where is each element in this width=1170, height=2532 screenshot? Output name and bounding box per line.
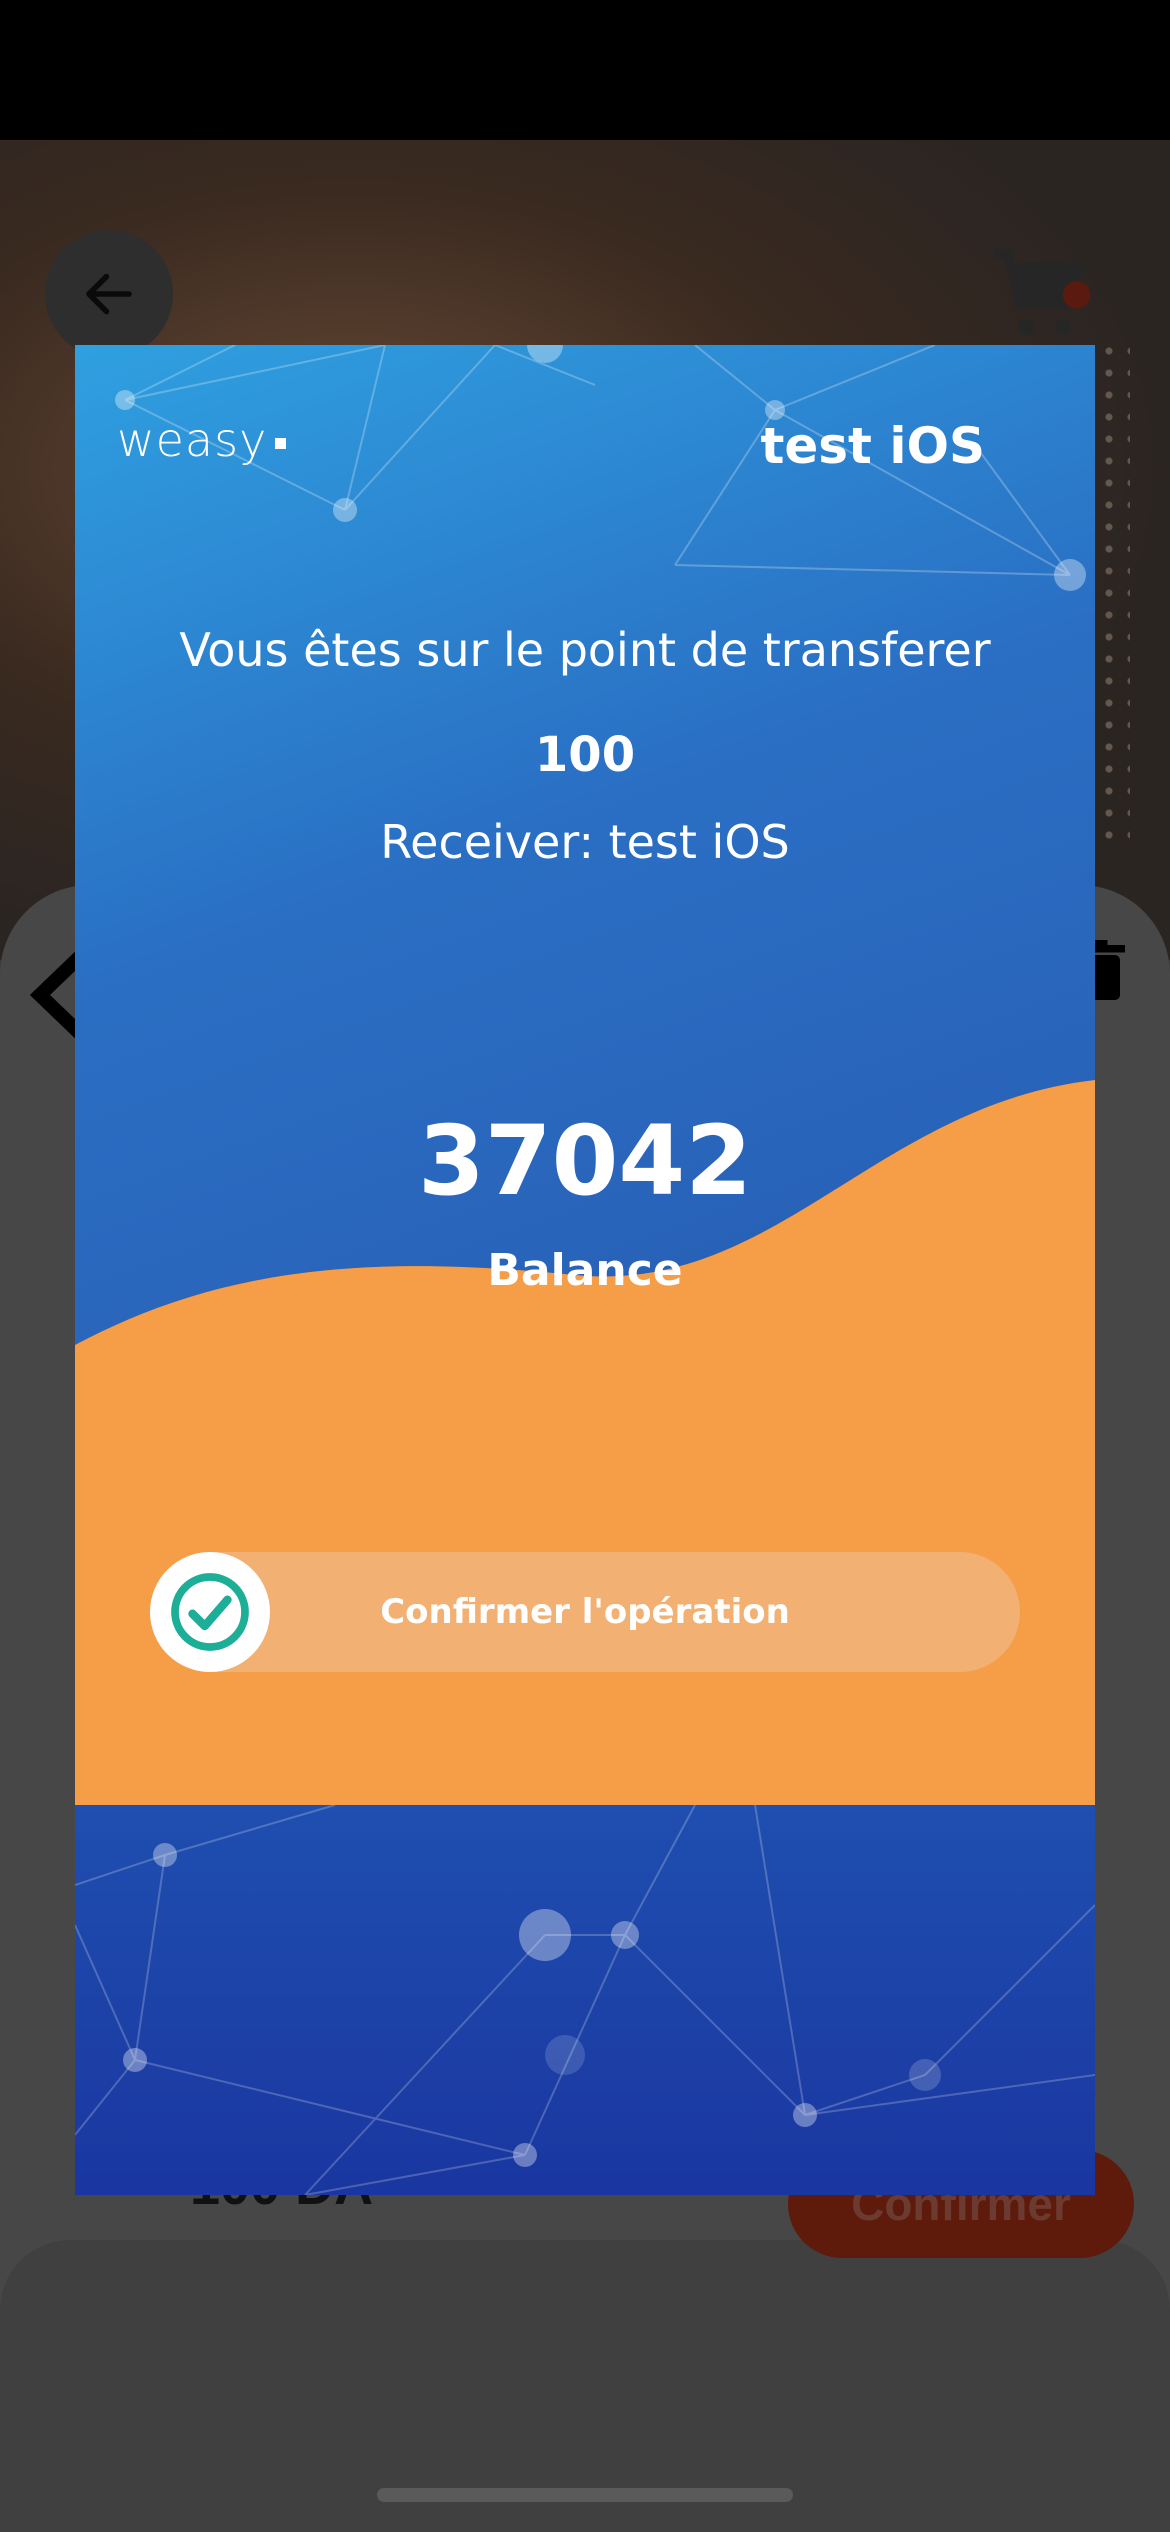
transfer-confirmation-modal: weasy test iOS Vous êtes sur le point de… <box>75 345 1095 2195</box>
home-indicator <box>377 2488 793 2502</box>
back-button[interactable] <box>45 230 173 358</box>
transfer-amount: 100 <box>534 727 636 783</box>
cart-download-icon[interactable] <box>985 240 1095 350</box>
slider-handle[interactable] <box>150 1552 270 1672</box>
receiver-label: Receiver: test iOS <box>380 815 790 869</box>
account-name: test iOS <box>760 417 985 475</box>
confirm-operation-slider[interactable]: Confirmer l'opération <box>150 1552 1020 1672</box>
balance-value: 37042 <box>418 1105 752 1217</box>
modal-top-panel: weasy test iOS Vous êtes sur le point de… <box>75 345 1095 1805</box>
balance-label: Balance <box>487 1245 683 1296</box>
status-bar <box>0 0 1170 140</box>
network-pattern-bottom <box>75 1805 1095 2195</box>
arrow-left-icon <box>86 273 132 315</box>
transfer-message: Vous êtes sur le point de transferer <box>179 623 991 677</box>
slider-label: Confirmer l'opération <box>380 1592 790 1632</box>
weasy-logo: weasy <box>117 413 287 467</box>
check-circle-icon <box>171 1573 249 1651</box>
modal-bottom-panel <box>75 1805 1095 2195</box>
